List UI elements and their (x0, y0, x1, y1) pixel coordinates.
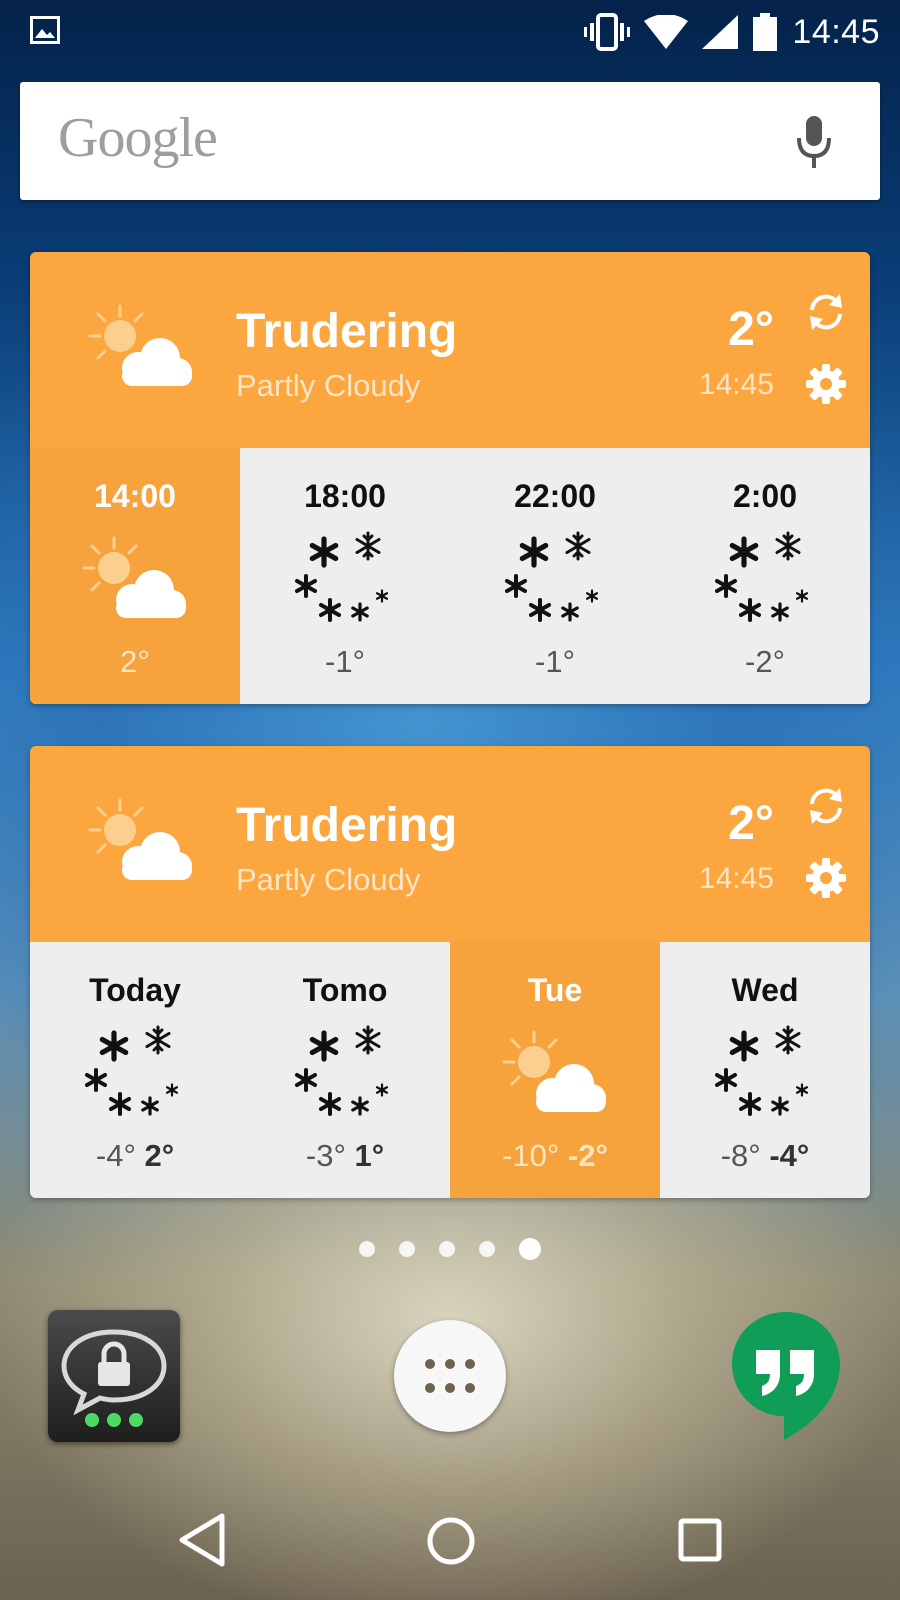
secure-messenger-app-icon[interactable] (48, 1310, 180, 1442)
forecast-temperature-range: -8° -4° (660, 1138, 870, 1174)
hangouts-quote-icon (732, 1312, 840, 1440)
forecast-temperature-range: -10° -2° (450, 1138, 660, 1174)
daily-forecast: Today -4° 2° Tomo -3° 1° Tue -10° -2° We… (30, 942, 870, 1198)
forecast-day: Tue (527, 972, 583, 1008)
home-icon[interactable] (426, 1516, 476, 1566)
forecast-temperature-range: -3° 1° (240, 1138, 450, 1174)
forecast-temperature: -2° (745, 644, 785, 679)
partly-cloudy-icon (88, 798, 194, 882)
partly-cloudy-icon (82, 536, 188, 620)
forecast-column[interactable]: Today -4° 2° (30, 942, 240, 1198)
forecast-temperature: -1° (535, 644, 575, 679)
settings-gear-icon[interactable] (804, 362, 848, 406)
status-bar: 14:45 (0, 0, 900, 64)
forecast-day: Wed (731, 972, 799, 1008)
settings-gear-icon[interactable] (804, 856, 848, 900)
snow-icon (290, 1022, 400, 1122)
low-temperature: -8° (720, 1138, 761, 1173)
app-drawer-button[interactable] (394, 1320, 506, 1432)
forecast-time: 14:00 (94, 478, 176, 514)
forecast-column[interactable]: Tomo -3° 1° (240, 942, 450, 1198)
snow-icon (710, 528, 820, 628)
low-temperature: -4° (95, 1138, 136, 1173)
forecast-column[interactable]: 14:00 2° (30, 448, 240, 704)
lock-speech-bubble-icon (61, 1329, 167, 1427)
city-name: Trudering (236, 799, 458, 852)
page-indicator (0, 1238, 900, 1260)
city-name: Trudering (236, 305, 458, 358)
clock: 14:45 (792, 12, 880, 51)
forecast-time: 18:00 (304, 478, 386, 514)
forecast-time: 2:00 (732, 478, 798, 514)
page-dot[interactable] (479, 1241, 495, 1257)
refresh-icon[interactable] (804, 290, 848, 334)
hourly-forecast: 14:00 2° 18:00 -1° 22:00 -1° 2:00 -2° (30, 448, 870, 704)
high-temperature: 2° (144, 1138, 175, 1173)
high-temperature: -4° (769, 1138, 810, 1173)
updated-time: 14:45 (698, 862, 774, 895)
grid-dots-icon (425, 1359, 475, 1393)
updated-time: 14:45 (698, 368, 774, 401)
forecast-temperature-range: -4° 2° (30, 1138, 240, 1174)
page-dot-current[interactable] (519, 1238, 541, 1260)
snow-icon (80, 1022, 190, 1122)
battery-icon (753, 13, 778, 51)
weather-widget-hourly[interactable]: Trudering Partly Cloudy 2° 14:45 14:00 2… (30, 252, 870, 704)
forecast-temperature: -1° (325, 644, 365, 679)
forecast-column[interactable]: 22:00 -1° (450, 448, 660, 704)
wifi-icon (644, 15, 689, 49)
hangouts-app-icon[interactable] (728, 1308, 844, 1444)
partly-cloudy-icon (88, 304, 194, 388)
partly-cloudy-icon (502, 1030, 608, 1114)
image-notification-icon (30, 16, 60, 44)
forecast-column[interactable]: 18:00 -1° (240, 448, 450, 704)
weather-widget-daily[interactable]: Trudering Partly Cloudy 2° 14:45 Today -… (30, 746, 870, 1198)
back-icon[interactable] (176, 1512, 228, 1568)
vibrate-icon (584, 13, 631, 51)
current-temperature: 2° (728, 303, 774, 356)
page-dot[interactable] (439, 1241, 455, 1257)
weather-header[interactable]: Trudering Partly Cloudy 2° 14:45 (30, 746, 870, 942)
microphone-icon[interactable] (794, 114, 834, 170)
low-temperature: -10° (502, 1138, 560, 1173)
refresh-icon[interactable] (804, 784, 848, 828)
recents-icon[interactable] (678, 1518, 722, 1562)
page-dot[interactable] (399, 1241, 415, 1257)
weather-header[interactable]: Trudering Partly Cloudy 2° 14:45 (30, 252, 870, 448)
google-search-bar[interactable]: Google (20, 82, 880, 200)
condition-text: Partly Cloudy (236, 862, 421, 897)
condition-text: Partly Cloudy (236, 368, 421, 403)
page-dot[interactable] (359, 1241, 375, 1257)
cell-signal-icon (702, 15, 739, 49)
low-temperature: -3° (305, 1138, 346, 1173)
snow-icon (500, 528, 610, 628)
forecast-column[interactable]: Wed -8° -4° (660, 942, 870, 1198)
snow-icon (290, 528, 400, 628)
high-temperature: 1° (354, 1138, 385, 1173)
forecast-day: Tomo (302, 972, 388, 1008)
forecast-day: Today (89, 972, 181, 1008)
forecast-column[interactable]: 2:00 -2° (660, 448, 870, 704)
high-temperature: -2° (567, 1138, 608, 1173)
snow-icon (710, 1022, 820, 1122)
forecast-column[interactable]: Tue -10° -2° (450, 942, 660, 1198)
forecast-time: 22:00 (514, 478, 596, 514)
google-logo: Google (58, 107, 218, 169)
forecast-temperature: 2° (120, 644, 150, 679)
current-temperature: 2° (728, 797, 774, 850)
